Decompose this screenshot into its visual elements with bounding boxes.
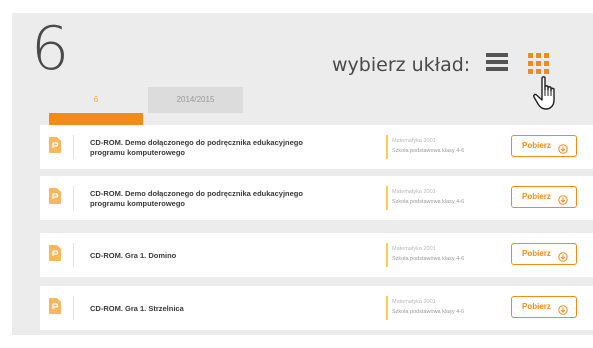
download-icon (558, 249, 568, 262)
subject-marker (386, 135, 388, 159)
row-divider (73, 243, 74, 267)
row-divider (73, 296, 74, 320)
tutorial-step-screen: 6 wybierz układ: 6 2014/2015 CD-ROM. Dem… (0, 0, 593, 348)
download-icon (558, 302, 568, 315)
subject-marker (386, 186, 388, 210)
item-subject: Matematyka 2001 (392, 138, 436, 144)
item-title-line: CD-ROM. Demo dołączonego do podręcznika … (90, 189, 303, 198)
item-school: Szkoła podstawowa klasy 4-6 (392, 309, 465, 315)
file-icon (49, 298, 61, 314)
item-subject: Matematyka 2001 (392, 189, 436, 195)
item-title[interactable]: CD-ROM. Gra 1. Strzelnica (90, 304, 360, 314)
list-item: CD-ROM. Demo dołączonego do podręcznika … (40, 176, 593, 220)
item-title-line: CD-ROM. Gra 1. Strzelnica (90, 304, 184, 313)
list-layout-icon[interactable] (486, 53, 508, 71)
file-icon (49, 137, 61, 153)
list-item: CD-ROM. Gra 1. Domino Matematyka 2001 Sz… (40, 233, 593, 277)
item-title-line: CD-ROM. Demo dołączonego do podręcznika … (90, 138, 303, 147)
file-icon (49, 245, 61, 261)
download-button-label: Pobierz (522, 249, 551, 258)
item-subject: Matematyka 2001 (392, 299, 436, 305)
tab-active[interactable]: 6 (49, 87, 143, 113)
grid-layout-icon[interactable] (528, 53, 550, 75)
active-tab-indicator (49, 113, 143, 125)
item-title-line: CD-ROM. Gra 1. Domino (90, 251, 177, 260)
layout-chooser-label: wybierz układ: (332, 54, 471, 76)
download-button-label: Pobierz (522, 141, 551, 150)
row-divider (73, 135, 74, 159)
download-button[interactable]: Pobierz (511, 135, 577, 157)
download-button[interactable]: Pobierz (511, 296, 577, 318)
step-number: 6 (31, 14, 69, 84)
item-school: Szkoła podstawowa klasy 4-6 (392, 256, 465, 262)
item-title[interactable]: CD-ROM. Gra 1. Domino (90, 251, 360, 261)
file-icon (49, 188, 61, 204)
item-title-line: programu komputerowego (90, 148, 186, 157)
item-title[interactable]: CD-ROM. Demo dołączonego do podręcznika … (90, 138, 360, 158)
item-subject: Matematyka 2001 (392, 246, 436, 252)
download-button[interactable]: Pobierz (511, 186, 577, 208)
tab-2014-2015[interactable]: 2014/2015 (148, 87, 243, 113)
hand-pointer-icon (533, 76, 563, 112)
subject-marker (386, 243, 388, 267)
item-school: Szkoła podstawowa klasy 4-6 (392, 148, 465, 154)
download-button[interactable]: Pobierz (511, 243, 577, 265)
list-item: CD-ROM. Demo dołączonego do podręcznika … (40, 125, 593, 169)
list-item: CD-ROM. Gra 1. Strzelnica Matematyka 200… (40, 286, 593, 330)
download-button-label: Pobierz (522, 192, 551, 201)
download-icon (558, 192, 568, 205)
download-icon (558, 141, 568, 154)
item-school: Szkoła podstawowa klasy 4-6 (392, 199, 465, 205)
item-title-line: programu komputerowego (90, 199, 186, 208)
row-divider (73, 186, 74, 210)
subject-marker (386, 296, 388, 320)
download-button-label: Pobierz (522, 302, 551, 311)
item-title[interactable]: CD-ROM. Demo dołączonego do podręcznika … (90, 189, 360, 209)
